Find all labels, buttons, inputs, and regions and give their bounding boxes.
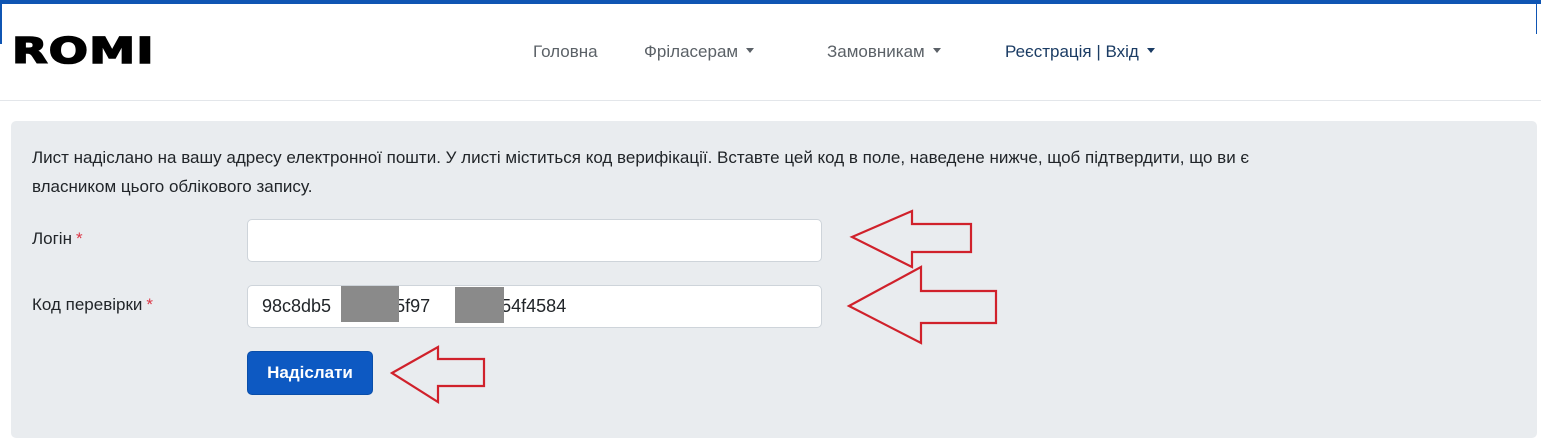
nav-home-label: Головна [533, 42, 598, 61]
redaction-block [341, 286, 399, 322]
code-label-text: Код перевірки [32, 295, 143, 314]
instructions-line-2: власником цього облікового запису. [32, 177, 313, 196]
caret-down-icon [746, 48, 755, 54]
redaction-block [455, 287, 504, 323]
verification-code-input[interactable] [247, 285, 822, 328]
code-label: Код перевірки * [32, 295, 153, 315]
required-marker: * [146, 295, 154, 314]
required-marker: * [75, 229, 83, 248]
instructions-line-1: Лист надіслано на вашу адресу електронно… [32, 148, 1250, 167]
login-input[interactable] [247, 219, 822, 262]
nav-freelancers-label: Фріласерам [644, 42, 739, 61]
submit-button[interactable]: Надіслати [247, 351, 373, 395]
nav-home[interactable]: Головна [533, 42, 598, 62]
nav-register-login-dropdown[interactable]: Реєстрація | Вхід [1005, 42, 1155, 62]
navbar: ROMI Головна Фріласерам Замовникам Реєст… [0, 4, 1541, 101]
nav-clients-dropdown[interactable]: Замовникам [827, 42, 941, 62]
nav-clients-label: Замовникам [827, 42, 925, 61]
login-label: Логін * [32, 229, 83, 249]
caret-down-icon [1146, 48, 1155, 54]
verification-instructions: Лист надіслано на вашу адресу електронно… [32, 143, 1250, 201]
logo[interactable]: ROMI [11, 33, 155, 71]
login-label-text: Логін [32, 229, 72, 248]
caret-down-icon [932, 48, 941, 54]
nav-register-login-label: Реєстрація | Вхід [1005, 42, 1139, 61]
nav-freelancers-dropdown[interactable]: Фріласерам [644, 42, 755, 62]
